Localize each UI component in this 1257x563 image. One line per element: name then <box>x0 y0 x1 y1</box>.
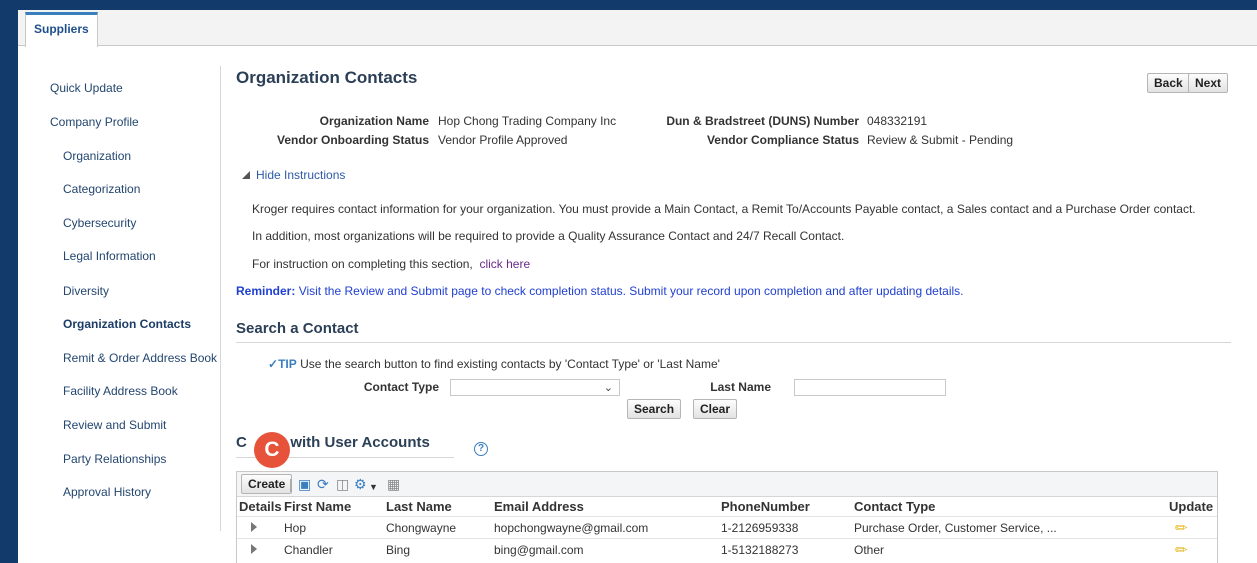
column-header-details[interactable]: Details <box>239 499 282 514</box>
collapse-triangle-icon <box>242 171 250 179</box>
table-header: Details First Name Last Name Email Addre… <box>237 497 1217 515</box>
last-name-input[interactable] <box>794 379 946 396</box>
column-header-last-name[interactable]: Last Name <box>386 499 452 514</box>
org-name-value: Hop Chong Trading Company Inc <box>438 114 617 128</box>
step-badge: C <box>254 432 290 468</box>
next-button[interactable]: Next <box>1188 73 1229 93</box>
search-section-divider <box>236 342 1231 343</box>
search-tip: ✓TIP Use the search button to find exist… <box>268 357 720 371</box>
column-header-email[interactable]: Email Address <box>494 499 584 514</box>
page-title: Organization Contacts <box>236 68 418 87</box>
hide-instructions-toggle[interactable]: Hide Instructions <box>242 168 345 182</box>
freeze-icon[interactable]: ◫ <box>336 476 349 492</box>
sidebar-item-organization[interactable]: Organization <box>63 149 131 163</box>
columns-icon[interactable]: ▦ <box>387 476 400 492</box>
tip-check-icon: ✓ <box>268 357 279 371</box>
hide-instructions-link[interactable]: Hide Instructions <box>256 168 345 182</box>
clear-button[interactable]: Clear <box>693 399 738 419</box>
cell-first-name: Chandler <box>284 543 333 557</box>
chevron-down-icon[interactable]: ▼ <box>369 479 378 495</box>
contacts-title-text: ts with User Accounts <box>272 434 430 451</box>
expand-row-icon[interactable] <box>251 522 257 532</box>
org-name-label: Organization Name <box>319 114 429 128</box>
detach-icon[interactable]: ▣ <box>298 476 311 492</box>
instruction-line-1: Kroger requires contact information for … <box>252 202 1196 216</box>
sidebar-item-facility-address-book[interactable]: Facility Address Book <box>63 384 178 398</box>
search-section-title: Search a Contact <box>236 320 359 337</box>
instruction-line-3-text: For instruction on completing this secti… <box>252 257 473 271</box>
column-header-contact-type[interactable]: Contact Type <box>854 499 935 514</box>
cell-last-name: Chongwayne <box>386 521 457 535</box>
toolbar-separator: | <box>289 476 293 492</box>
sidebar-item-organization-contacts[interactable]: Organization Contacts <box>63 317 191 331</box>
cell-phone: 1-5132188273 <box>721 543 799 557</box>
table-row: Chandler Bing bing@gmail.com 1-513218827… <box>237 538 1217 560</box>
tab-suppliers[interactable]: Suppliers <box>25 12 98 47</box>
back-button[interactable]: Back <box>1147 73 1190 93</box>
cell-phone: 1-2126959338 <box>721 521 799 535</box>
duns-value: 048332191 <box>867 114 928 128</box>
compliance-status-value: Review & Submit - Pending <box>867 133 1014 147</box>
search-button[interactable]: Search <box>627 399 682 419</box>
cell-first-name: Hop <box>284 521 307 535</box>
sidebar-item-cybersecurity[interactable]: Cybersecurity <box>63 216 136 230</box>
contact-type-select[interactable]: ⌄ <box>450 379 620 396</box>
cell-contact-type: Other <box>854 543 885 557</box>
column-header-phone[interactable]: PhoneNumber <box>721 499 810 514</box>
last-name-label: Last Name <box>710 380 771 394</box>
compliance-status-label: Vendor Compliance Status <box>706 133 859 147</box>
click-here-link[interactable]: click here <box>479 257 530 271</box>
duns-label: Dun & Bradstreet (DUNS) Number <box>666 114 859 128</box>
column-header-first-name[interactable]: First Name <box>284 499 351 514</box>
create-button[interactable]: Create <box>241 474 293 494</box>
app-frame: Suppliers Quick Update Company Profile O… <box>18 10 1257 563</box>
onboarding-status-value: Vendor Profile Approved <box>438 133 568 147</box>
edit-pencil-icon[interactable]: ✏ <box>1175 541 1188 559</box>
reminder-label: Reminder: <box>236 284 296 298</box>
sidebar-item-diversity[interactable]: Diversity <box>63 284 109 298</box>
top-tab-bar: Suppliers <box>18 10 1257 47</box>
cell-email: hopchongwayne@gmail.com <box>494 521 649 535</box>
tip-text: Use the search button to find existing c… <box>300 357 720 371</box>
contacts-table: Create | ▣ ⟳ ◫ ⚙ ▼ ▦ Details First Name … <box>236 471 1218 563</box>
cell-contact-type: Purchase Order, Customer Service, ... <box>854 521 1057 535</box>
refresh-icon[interactable]: ⟳ <box>317 476 329 492</box>
reminder-text: Reminder: Visit the Review and Submit pa… <box>236 284 964 298</box>
tip-label: TIP <box>278 357 297 371</box>
edit-pencil-icon[interactable]: ✏ <box>1175 519 1188 537</box>
expand-row-icon[interactable] <box>251 544 257 554</box>
chevron-down-icon: ⌄ <box>603 382 613 394</box>
sidebar-item-quick-update[interactable]: Quick Update <box>50 81 123 95</box>
reminder-message: Visit the Review and Submit page to chec… <box>298 284 964 298</box>
contact-type-label: Contact Type <box>363 380 439 394</box>
sidebar-item-remit-order-address-book[interactable]: Remit & Order Address Book <box>63 351 217 365</box>
cell-email: bing@gmail.com <box>494 543 584 557</box>
onboarding-status-label: Vendor Onboarding Status <box>276 133 429 147</box>
table-row: Hop Chongwayne hopchongwayne@gmail.com 1… <box>237 516 1217 538</box>
table-toolbar: Create | ▣ ⟳ ◫ ⚙ ▼ ▦ <box>237 472 1217 497</box>
instruction-line-3: For instruction on completing this secti… <box>252 257 530 271</box>
help-icon[interactable]: ? <box>474 442 488 456</box>
sidebar-item-categorization[interactable]: Categorization <box>63 182 140 196</box>
cell-last-name: Bing <box>386 543 411 557</box>
sidebar-divider <box>220 66 221 531</box>
sidebar-item-legal-information[interactable]: Legal Information <box>63 249 156 263</box>
sidebar-item-party-relationships[interactable]: Party Relationships <box>63 452 166 466</box>
contacts-title-prefix: C <box>236 434 247 451</box>
gear-icon[interactable]: ⚙ <box>354 476 367 492</box>
sidebar-item-company-profile[interactable]: Company Profile <box>50 115 139 129</box>
sidebar-item-review-and-submit[interactable]: Review and Submit <box>63 418 166 432</box>
column-header-update[interactable]: Update <box>1169 499 1213 514</box>
sidebar-item-approval-history[interactable]: Approval History <box>63 485 151 499</box>
instruction-line-2: In addition, most organizations will be … <box>252 229 845 243</box>
